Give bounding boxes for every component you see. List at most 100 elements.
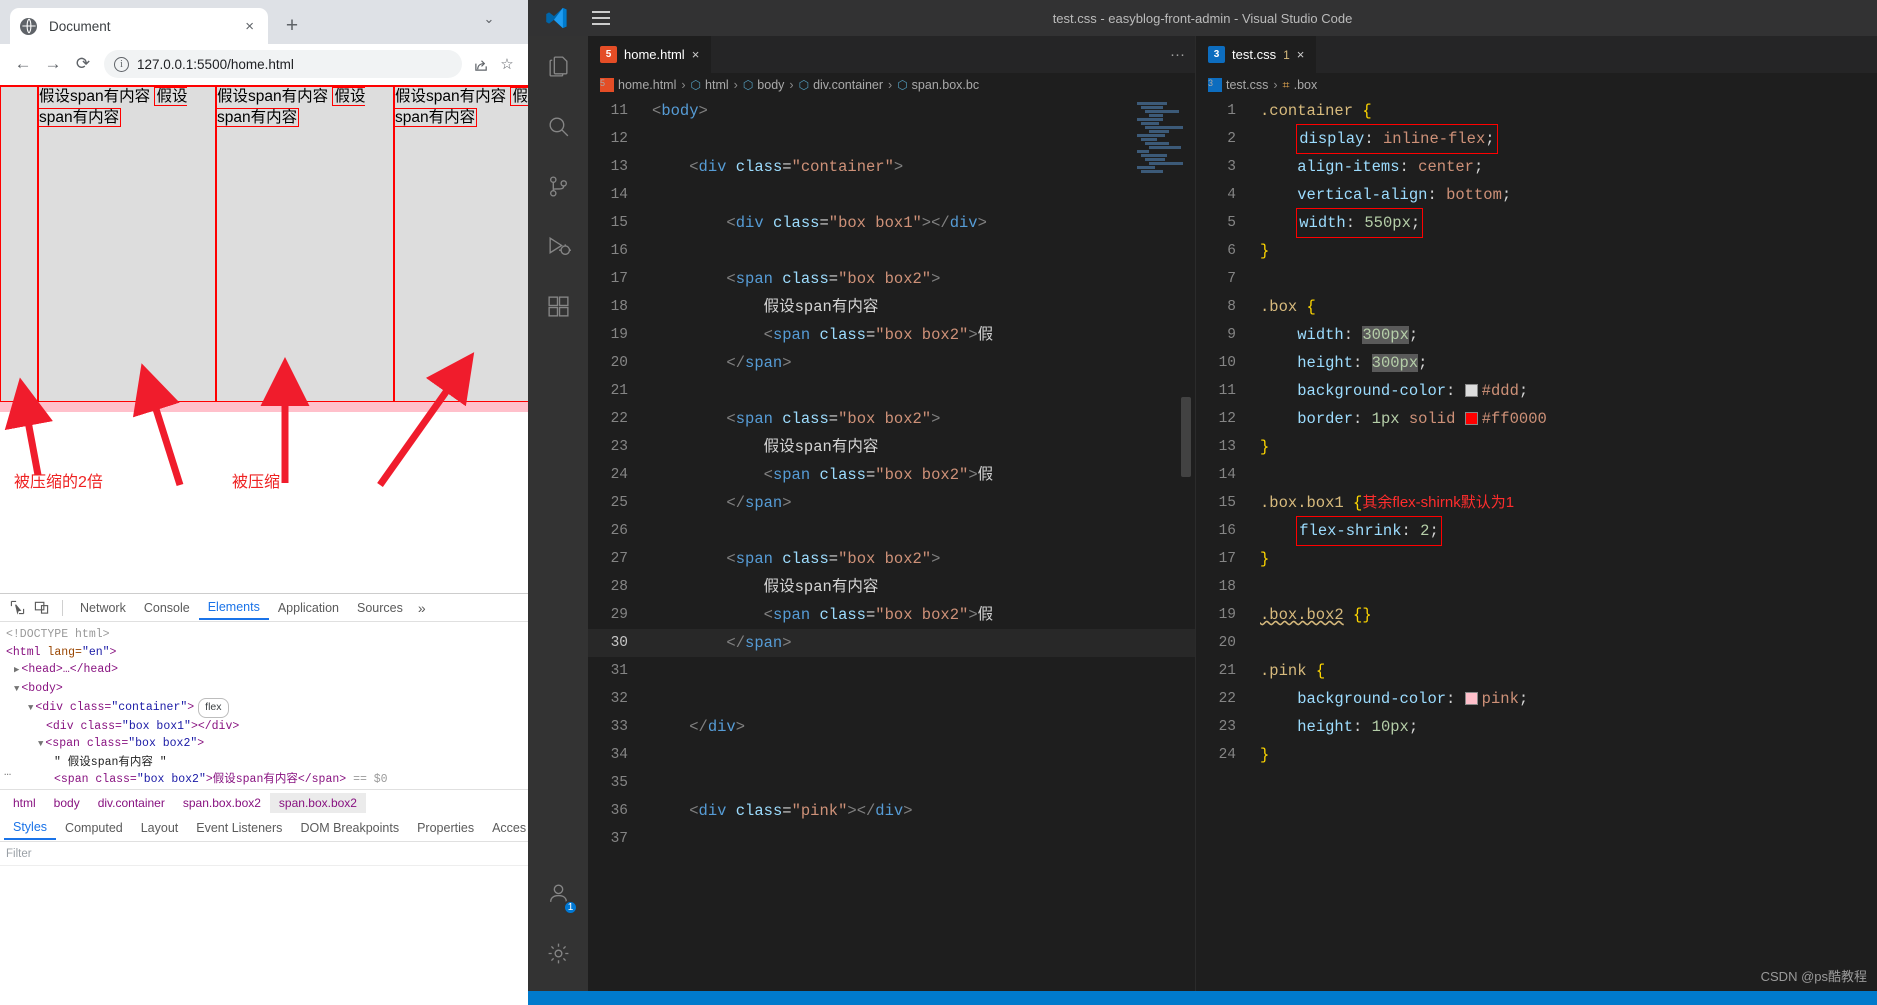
breadcrumb-div-container[interactable]: div.container <box>89 793 174 813</box>
breadcrumb-symbol-body[interactable]: ⬡ body <box>743 78 785 92</box>
code-line[interactable]: 21 .pink { <box>1196 657 1877 685</box>
hamburger-menu-icon[interactable] <box>584 11 618 25</box>
breadcrumb-file[interactable]: 3 test.css <box>1208 78 1268 92</box>
dom-line-container[interactable]: ▼ <div class="container"> flex <box>6 698 522 718</box>
devtools-more-tabs-icon[interactable]: » <box>412 596 432 620</box>
dom-line-body[interactable]: ▼ <body> <box>6 680 522 699</box>
code-line[interactable]: 13 <div class="container"> <box>588 153 1195 181</box>
code-line[interactable]: 23 假设span有内容 <box>588 433 1195 461</box>
dom-overflow-ellipsis[interactable]: … <box>4 764 11 782</box>
source-control-icon[interactable] <box>528 156 588 216</box>
devtools-tab-network[interactable]: Network <box>71 597 135 619</box>
code-line[interactable]: 13} <box>1196 433 1877 461</box>
code-line[interactable]: 19 <span class="box box2">假 <box>588 321 1195 349</box>
code-line[interactable]: 5 width: 550px; <box>1196 208 1877 238</box>
chevron-down-icon[interactable]: ⌄ <box>476 6 502 32</box>
close-icon[interactable]: × <box>1297 47 1305 62</box>
code-line[interactable]: 31 <box>588 657 1195 685</box>
code-line[interactable]: 22 <span class="box box2"> <box>588 405 1195 433</box>
address-bar[interactable]: i 127.0.0.1:5500/home.html <box>104 50 462 78</box>
css-code-editor[interactable]: 1 .container {2 display: inline-flex; 3 al… <box>1196 97 1877 991</box>
sidebar-tab-accessibility[interactable]: Acces <box>483 817 528 839</box>
code-line[interactable]: 27 <span class="box box2"> <box>588 545 1195 573</box>
breadcrumb-symbol-box[interactable]: ⌗ .box <box>1283 78 1318 93</box>
code-line[interactable]: 3 align-items: center; <box>1196 153 1877 181</box>
code-line[interactable]: 22 background-color: pink; <box>1196 685 1877 713</box>
breadcrumb-span-box-box2-1[interactable]: span.box.box2 <box>174 793 270 813</box>
breadcrumb-symbol-span-box[interactable]: ⬡ span.box.bc <box>897 78 979 92</box>
code-line[interactable]: 18 <box>1196 573 1877 601</box>
extensions-icon[interactable] <box>528 276 588 336</box>
breadcrumb-body[interactable]: body <box>45 793 89 813</box>
code-line[interactable]: 4 vertical-align: bottom; <box>1196 181 1877 209</box>
devtools-tab-console[interactable]: Console <box>135 597 199 619</box>
code-line[interactable]: 7 <box>1196 265 1877 293</box>
sidebar-tab-properties[interactable]: Properties <box>408 817 483 839</box>
collapse-caret-icon[interactable]: ▼ <box>38 739 43 749</box>
code-line[interactable]: 24 <span class="box box2">假 <box>588 461 1195 489</box>
code-line[interactable]: 12 <box>588 125 1195 153</box>
code-line[interactable]: 9 width: 300px; <box>1196 321 1877 349</box>
device-toggle-icon[interactable] <box>30 598 52 618</box>
code-line[interactable]: 12 border: 1px solid #ff0000 <box>1196 405 1877 433</box>
breadcrumb-symbol-html[interactable]: ⬡ html <box>691 78 729 92</box>
code-line[interactable]: 17 <span class="box box2"> <box>588 265 1195 293</box>
breadcrumb-html[interactable]: html <box>4 793 45 813</box>
sidebar-tab-computed[interactable]: Computed <box>56 817 132 839</box>
code-line[interactable]: 11 <body> <box>588 97 1195 125</box>
dom-line-box2-inner[interactable]: <span class="box box2">假设span有内容</span> … <box>6 771 522 789</box>
html-vertical-scrollbar[interactable] <box>1181 397 1191 477</box>
explorer-icon[interactable] <box>528 36 588 96</box>
back-icon[interactable]: ← <box>8 49 38 79</box>
inspect-icon[interactable] <box>6 598 28 618</box>
code-line[interactable]: 16 flex-shrink: 2; <box>1196 516 1877 546</box>
breadcrumb-span-box-box2-2[interactable]: span.box.box2 <box>269 792 366 813</box>
code-line[interactable]: 29 <span class="box box2">假 <box>588 601 1195 629</box>
code-line[interactable]: 23 height: 10px; <box>1196 713 1877 741</box>
code-line[interactable]: 15 .box.box1 {其余flex-shirnk默认为1 <box>1196 489 1877 517</box>
html-code-editor[interactable]: 11 <body> 12 13 <div class="container"> 14 15… <box>588 97 1195 991</box>
code-line[interactable]: 11 background-color: #ddd; <box>1196 377 1877 405</box>
share-icon[interactable] <box>468 51 494 77</box>
new-tab-button[interactable]: + <box>278 12 306 40</box>
code-line[interactable]: 20 </span> <box>588 349 1195 377</box>
code-line[interactable]: 21 <box>588 377 1195 405</box>
breadcrumb-symbol-div-container[interactable]: ⬡ div.container <box>799 78 883 92</box>
editor-tab-home-html[interactable]: 5 home.html × <box>588 36 713 73</box>
settings-gear-icon[interactable] <box>528 923 588 983</box>
vscode-status-bar[interactable] <box>528 991 1877 1005</box>
code-line[interactable]: 32 <box>588 685 1195 713</box>
accounts-icon[interactable]: 1 <box>528 863 588 923</box>
forward-icon[interactable]: → <box>38 49 68 79</box>
sidebar-tab-dom-breakpoints[interactable]: DOM Breakpoints <box>291 817 408 839</box>
code-line[interactable]: 2 display: inline-flex; <box>1196 124 1877 154</box>
sidebar-tab-styles[interactable]: Styles <box>4 816 57 840</box>
sidebar-tab-event-listeners[interactable]: Event Listeners <box>187 817 291 839</box>
code-line[interactable]: 28 假设span有内容 <box>588 573 1195 601</box>
collapse-caret-icon[interactable]: ▼ <box>28 703 33 713</box>
close-icon[interactable]: × <box>241 18 258 35</box>
dom-line-box1[interactable]: <div class="box box1"></div> <box>6 718 522 736</box>
code-line[interactable]: 26 <box>588 517 1195 545</box>
search-icon[interactable] <box>528 96 588 156</box>
code-line[interactable]: 8 .box { <box>1196 293 1877 321</box>
code-line[interactable]: 14 <box>588 181 1195 209</box>
code-line[interactable]: 10 height: 300px; <box>1196 349 1877 377</box>
breadcrumb-file[interactable]: 5 home.html <box>600 78 676 92</box>
code-line[interactable]: 20 <box>1196 629 1877 657</box>
devtools-tab-elements[interactable]: Elements <box>198 596 269 620</box>
code-line[interactable]: 25 </span> <box>588 489 1195 517</box>
collapse-caret-icon[interactable]: ▼ <box>14 684 19 694</box>
dom-line-head[interactable]: ▶ <head>…</head> <box>6 661 522 680</box>
dom-line-textnode[interactable]: " 假设span有内容 " <box>6 754 522 772</box>
code-line[interactable]: 18 假设span有内容 <box>588 293 1195 321</box>
editor-actions-more-icon[interactable]: ··· <box>1170 36 1195 73</box>
run-debug-icon[interactable] <box>528 216 588 276</box>
code-line[interactable]: 6} <box>1196 237 1877 265</box>
code-line[interactable]: 35 <box>588 769 1195 797</box>
code-line[interactable]: 1 .container { <box>1196 97 1877 125</box>
code-line[interactable]: 24} <box>1196 741 1877 769</box>
expand-caret-icon[interactable]: ▶ <box>14 665 19 675</box>
code-line[interactable]: 33 </div> <box>588 713 1195 741</box>
code-line[interactable]: 14 <box>1196 461 1877 489</box>
